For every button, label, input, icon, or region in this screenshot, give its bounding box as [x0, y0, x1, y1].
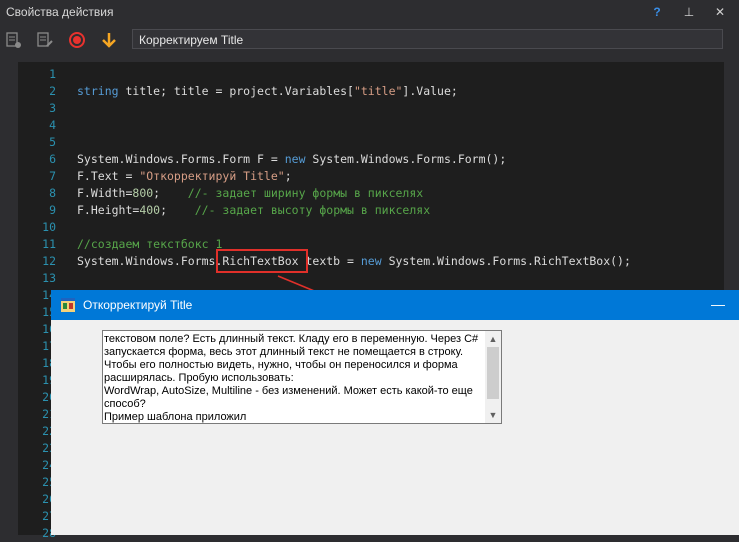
code-line[interactable]: 3 [18, 100, 724, 117]
line-number: 6 [49, 152, 56, 166]
line-number: 4 [49, 118, 56, 132]
richtextbox[interactable]: текстовом поле? Есть длинный текст. Клад… [102, 330, 502, 424]
line-number: 5 [49, 135, 56, 149]
code-line[interactable]: 11 //создаем текстбокс 1 [18, 236, 724, 253]
line-number: 11 [42, 237, 56, 251]
code-text[interactable]: F.Width=800; //- задает ширину формы в п… [77, 185, 423, 202]
line-number: 1 [49, 67, 56, 81]
code-line[interactable]: 5 [18, 134, 724, 151]
down-arrow-icon[interactable] [99, 30, 119, 50]
code-line[interactable]: 6 System.Windows.Forms.Form F = new Syste… [18, 151, 724, 168]
code-line[interactable]: 12 System.Windows.Forms.RichTextBox textb… [18, 253, 724, 270]
code-line[interactable]: 9 F.Height=400; //- задает высоту формы в… [18, 202, 724, 219]
line-number: 13 [42, 271, 56, 285]
pin-button[interactable]: ⊥ [680, 3, 698, 21]
scroll-thumb[interactable] [487, 347, 499, 399]
line-number: 9 [49, 203, 56, 217]
scroll-up-icon[interactable]: ▲ [485, 331, 501, 347]
code-text[interactable]: System.Windows.Forms.Form F = new System… [77, 151, 506, 168]
line-number: 2 [49, 84, 56, 98]
code-line[interactable]: 2 string title; title = project.Variables… [18, 83, 724, 100]
minimize-button[interactable]: — [711, 296, 725, 312]
form-window: Откорректируй Title — текстовом поле? Ес… [51, 290, 739, 535]
panel-title-bar: Свойства действия ? ⊥ ✕ [0, 0, 739, 24]
code-text[interactable]: System.Windows.Forms.RichTextBox textb =… [77, 253, 631, 270]
line-number: 10 [42, 220, 56, 234]
code-line[interactable]: 7 F.Text = "Откорректируй Title"; [18, 168, 724, 185]
properties-icon[interactable] [4, 30, 24, 50]
code-text[interactable]: F.Height=400; //- задает высоту формы в … [77, 202, 430, 219]
code-text[interactable]: F.Text = "Откорректируй Title"; [77, 168, 292, 185]
code-text[interactable]: string title; title = project.Variables[… [77, 83, 458, 100]
close-button[interactable]: ✕ [711, 3, 729, 21]
form-title-bar: Откорректируй Title — [51, 290, 739, 320]
code-line[interactable]: 4 [18, 117, 724, 134]
form-app-icon [61, 298, 75, 312]
line-number: 7 [49, 169, 56, 183]
richtextbox-highlight-box [216, 249, 308, 273]
line-number: 12 [42, 254, 56, 268]
richtextbox-content[interactable]: текстовом поле? Есть длинный текст. Клад… [104, 333, 484, 423]
form-title: Откорректируй Title [83, 298, 193, 312]
line-number: 8 [49, 186, 56, 200]
line-number: 3 [49, 101, 56, 115]
help-button[interactable]: ? [648, 3, 666, 21]
vertical-scrollbar[interactable]: ▲ ▼ [485, 331, 501, 423]
code-line[interactable]: 1 [18, 66, 724, 83]
code-line[interactable]: 13 [18, 270, 724, 287]
notes-icon[interactable] [35, 30, 55, 50]
code-line[interactable]: 8 F.Width=800; //- задает ширину формы в … [18, 185, 724, 202]
code-line[interactable]: 10 [18, 219, 724, 236]
code-text[interactable]: //создаем текстбокс 1 [77, 236, 222, 253]
scroll-down-icon[interactable]: ▼ [485, 407, 501, 423]
record-icon[interactable] [67, 30, 87, 50]
panel-title: Свойства действия [6, 5, 114, 19]
action-title-input[interactable]: Корректируем Title [132, 29, 723, 49]
